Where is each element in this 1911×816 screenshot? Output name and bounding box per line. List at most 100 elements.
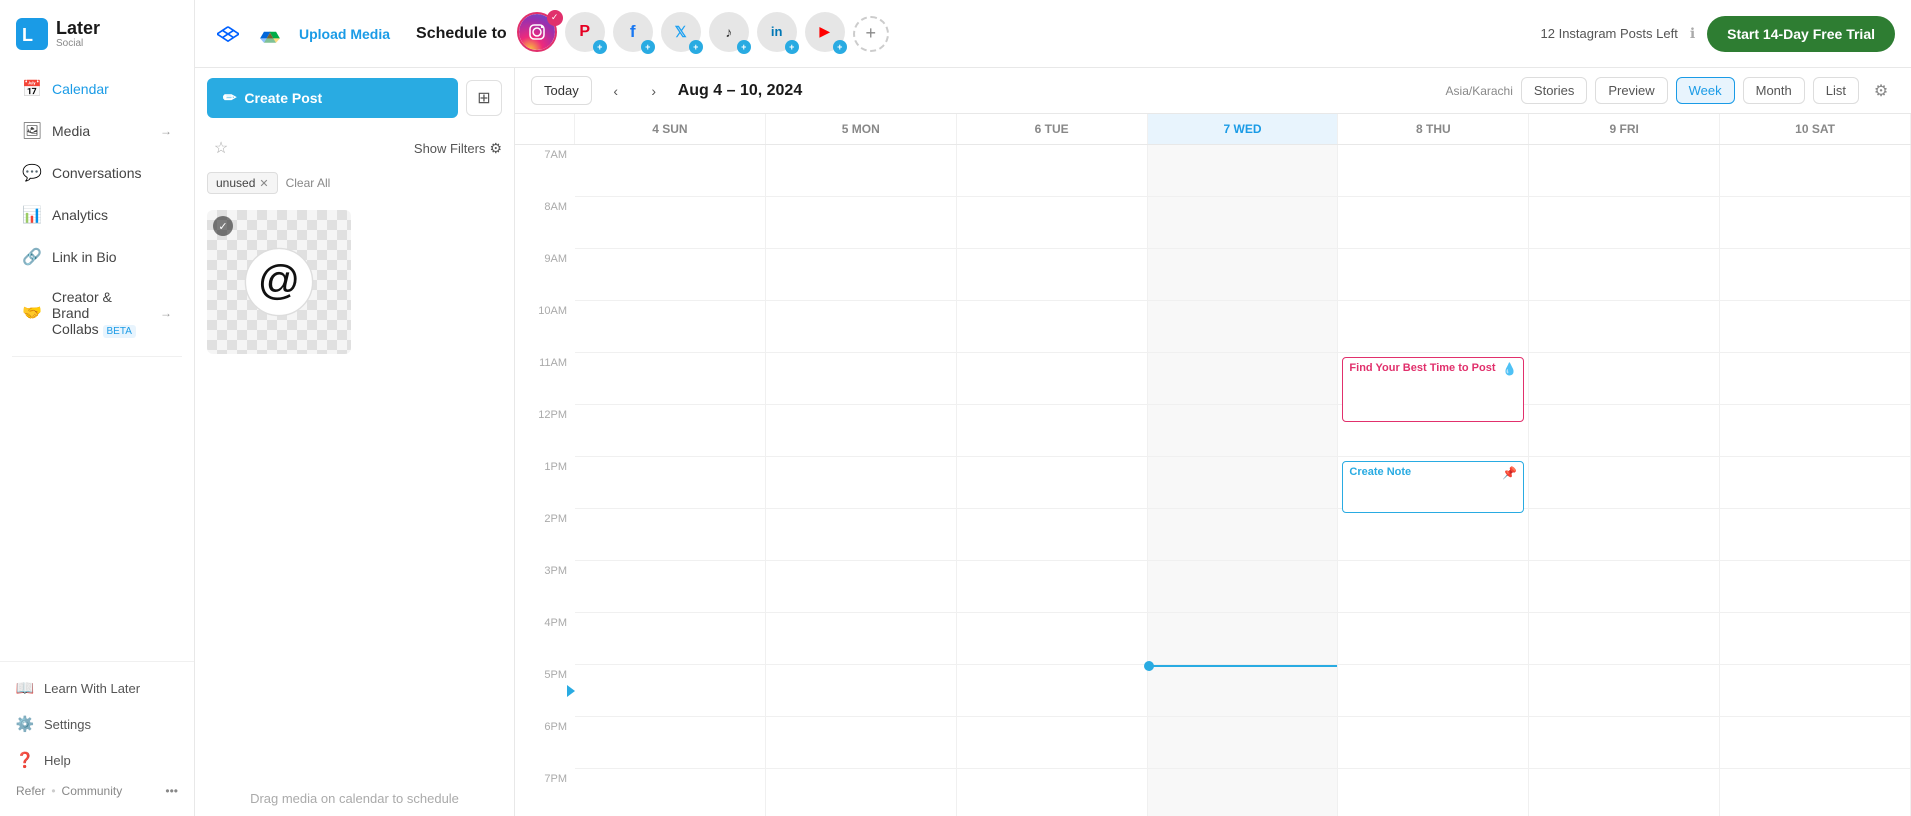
sidebar-item-calendar[interactable]: 📅 Calendar bbox=[6, 69, 188, 109]
create-post-button[interactable]: ✏ Create Post bbox=[207, 78, 458, 118]
calendar-cell-4PM-thu[interactable] bbox=[1338, 613, 1529, 665]
upload-media-button[interactable]: Upload Media bbox=[299, 26, 390, 42]
calendar-cell-1PM-fri[interactable] bbox=[1529, 457, 1720, 509]
sidebar-item-analytics[interactable]: 📊 Analytics bbox=[6, 195, 188, 235]
calendar-cell-3PM-sat[interactable] bbox=[1720, 561, 1911, 613]
sidebar-item-help[interactable]: ❓ Help bbox=[0, 742, 194, 778]
sidebar-item-media[interactable]: 🖼 Media → bbox=[6, 111, 188, 151]
calendar-cell-7PM-mon[interactable] bbox=[766, 769, 957, 816]
instagram-account-icon[interactable]: ✓ bbox=[517, 12, 561, 56]
today-button[interactable]: Today bbox=[531, 76, 592, 105]
calendar-cell-2PM-wed[interactable] bbox=[1148, 509, 1339, 561]
calendar-cell-7PM-fri[interactable] bbox=[1529, 769, 1720, 816]
linkedin-icon[interactable]: in + bbox=[757, 12, 801, 56]
calendar-cell-7PM-sun[interactable] bbox=[575, 769, 766, 816]
calendar-cell-12PM-sun[interactable] bbox=[575, 405, 766, 457]
sidebar-item-creator-brand[interactable]: 🤝 Creator & BrandCollabs BETA → bbox=[6, 279, 188, 347]
calendar-cell-10AM-sun[interactable] bbox=[575, 301, 766, 353]
calendar-cell-4PM-tue[interactable] bbox=[957, 613, 1148, 665]
calendar-cell-2PM-sun[interactable] bbox=[575, 509, 766, 561]
calendar-cell-11AM-sat[interactable] bbox=[1720, 353, 1911, 405]
more-dots[interactable]: ••• bbox=[165, 784, 178, 798]
calendar-cell-8AM-wed[interactable] bbox=[1148, 197, 1339, 249]
calendar-cell-7PM-tue[interactable] bbox=[957, 769, 1148, 816]
calendar-cell-10AM-thu[interactable] bbox=[1338, 301, 1529, 353]
calendar-cell-10AM-mon[interactable] bbox=[766, 301, 957, 353]
calendar-cell-2PM-sat[interactable] bbox=[1720, 509, 1911, 561]
calendar-cell-6PM-mon[interactable] bbox=[766, 717, 957, 769]
calendar-cell-4PM-sun[interactable] bbox=[575, 613, 766, 665]
calendar-cell-6PM-sat[interactable] bbox=[1720, 717, 1911, 769]
calendar-cell-3PM-sun[interactable] bbox=[575, 561, 766, 613]
calendar-cell-2PM-mon[interactable] bbox=[766, 509, 957, 561]
calendar-cell-7AM-sun[interactable] bbox=[575, 145, 766, 197]
info-icon[interactable]: ℹ bbox=[1690, 25, 1695, 42]
remove-filter-button[interactable]: ✕ bbox=[259, 177, 268, 190]
twitter-icon[interactable]: 𝕏 + bbox=[661, 12, 705, 56]
prev-week-button[interactable]: ‹ bbox=[602, 77, 630, 105]
grid-layout-button[interactable]: ⊞ bbox=[466, 80, 502, 116]
calendar-cell-11AM-tue[interactable] bbox=[957, 353, 1148, 405]
calendar-cell-9AM-tue[interactable] bbox=[957, 249, 1148, 301]
calendar-cell-7PM-sat[interactable] bbox=[1720, 769, 1911, 816]
calendar-cell-1PM-wed[interactable] bbox=[1148, 457, 1339, 509]
sidebar-item-link-in-bio[interactable]: 🔗 Link in Bio bbox=[6, 237, 188, 277]
calendar-cell-12PM-fri[interactable] bbox=[1529, 405, 1720, 457]
calendar-cell-3PM-mon[interactable] bbox=[766, 561, 957, 613]
tiktok-icon[interactable]: ♪ + bbox=[709, 12, 753, 56]
calendar-cell-11AM-sun[interactable] bbox=[575, 353, 766, 405]
calendar-cell-7AM-tue[interactable] bbox=[957, 145, 1148, 197]
calendar-cell-8AM-sat[interactable] bbox=[1720, 197, 1911, 249]
event-best-time[interactable]: 💧Find Your Best Time to Post bbox=[1342, 357, 1524, 422]
calendar-cell-12PM-sat[interactable] bbox=[1720, 405, 1911, 457]
calendar-settings-button[interactable]: ⚙ bbox=[1867, 77, 1895, 105]
calendar-cell-10AM-wed[interactable] bbox=[1148, 301, 1339, 353]
calendar-cell-8AM-mon[interactable] bbox=[766, 197, 957, 249]
gdrive-icon[interactable] bbox=[253, 17, 287, 51]
calendar-cell-3PM-thu[interactable] bbox=[1338, 561, 1529, 613]
facebook-icon[interactable]: f + bbox=[613, 12, 657, 56]
calendar-cell-4PM-sat[interactable] bbox=[1720, 613, 1911, 665]
calendar-cell-5PM-fri[interactable] bbox=[1529, 665, 1720, 717]
sidebar-item-settings[interactable]: ⚙️ Settings bbox=[0, 706, 194, 742]
refer-label[interactable]: Refer bbox=[16, 784, 45, 798]
sidebar-item-learn[interactable]: 📖 Learn With Later bbox=[0, 670, 194, 706]
calendar-cell-2PM-thu[interactable] bbox=[1338, 509, 1529, 561]
calendar-cell-2PM-fri[interactable] bbox=[1529, 509, 1720, 561]
calendar-cell-10AM-sat[interactable] bbox=[1720, 301, 1911, 353]
calendar-cell-8AM-fri[interactable] bbox=[1529, 197, 1720, 249]
calendar-cell-6PM-wed[interactable] bbox=[1148, 717, 1339, 769]
calendar-cell-5PM-tue[interactable] bbox=[957, 665, 1148, 717]
calendar-cell-2PM-tue[interactable] bbox=[957, 509, 1148, 561]
media-item[interactable]: @ ✓ bbox=[207, 210, 351, 354]
calendar-cell-10AM-fri[interactable] bbox=[1529, 301, 1720, 353]
calendar-cell-10AM-tue[interactable] bbox=[957, 301, 1148, 353]
calendar-cell-9AM-fri[interactable] bbox=[1529, 249, 1720, 301]
calendar-cell-7AM-mon[interactable] bbox=[766, 145, 957, 197]
clear-all-button[interactable]: Clear All bbox=[286, 176, 331, 190]
calendar-cell-12PM-wed[interactable] bbox=[1148, 405, 1339, 457]
calendar-cell-7PM-thu[interactable] bbox=[1338, 769, 1529, 816]
calendar-cell-9AM-sat[interactable] bbox=[1720, 249, 1911, 301]
calendar-cell-11AM-thu[interactable]: 💧Find Your Best Time to Post bbox=[1338, 353, 1529, 405]
calendar-cell-5PM-sun[interactable] bbox=[575, 665, 766, 717]
calendar-cell-11AM-mon[interactable] bbox=[766, 353, 957, 405]
list-view-button[interactable]: List bbox=[1813, 77, 1859, 104]
calendar-cell-8AM-sun[interactable] bbox=[575, 197, 766, 249]
calendar-cell-1PM-sun[interactable] bbox=[575, 457, 766, 509]
youtube-icon[interactable]: ▶ + bbox=[805, 12, 849, 56]
add-social-button[interactable]: + bbox=[853, 16, 889, 52]
calendar-cell-3PM-tue[interactable] bbox=[957, 561, 1148, 613]
community-label[interactable]: Community bbox=[62, 784, 123, 798]
calendar-cell-12PM-mon[interactable] bbox=[766, 405, 957, 457]
pinterest-icon[interactable]: P + bbox=[565, 12, 609, 56]
show-filters-button[interactable]: Show Filters ⚙ bbox=[414, 140, 502, 157]
calendar-cell-6PM-thu[interactable] bbox=[1338, 717, 1529, 769]
calendar-cell-1PM-sat[interactable] bbox=[1720, 457, 1911, 509]
calendar-cell-7AM-wed[interactable] bbox=[1148, 145, 1339, 197]
calendar-cell-1PM-thu[interactable]: 📌Create Note bbox=[1338, 457, 1529, 509]
calendar-cell-9AM-wed[interactable] bbox=[1148, 249, 1339, 301]
calendar-cell-8AM-tue[interactable] bbox=[957, 197, 1148, 249]
calendar-cell-4PM-fri[interactable] bbox=[1529, 613, 1720, 665]
calendar-cell-9AM-sun[interactable] bbox=[575, 249, 766, 301]
